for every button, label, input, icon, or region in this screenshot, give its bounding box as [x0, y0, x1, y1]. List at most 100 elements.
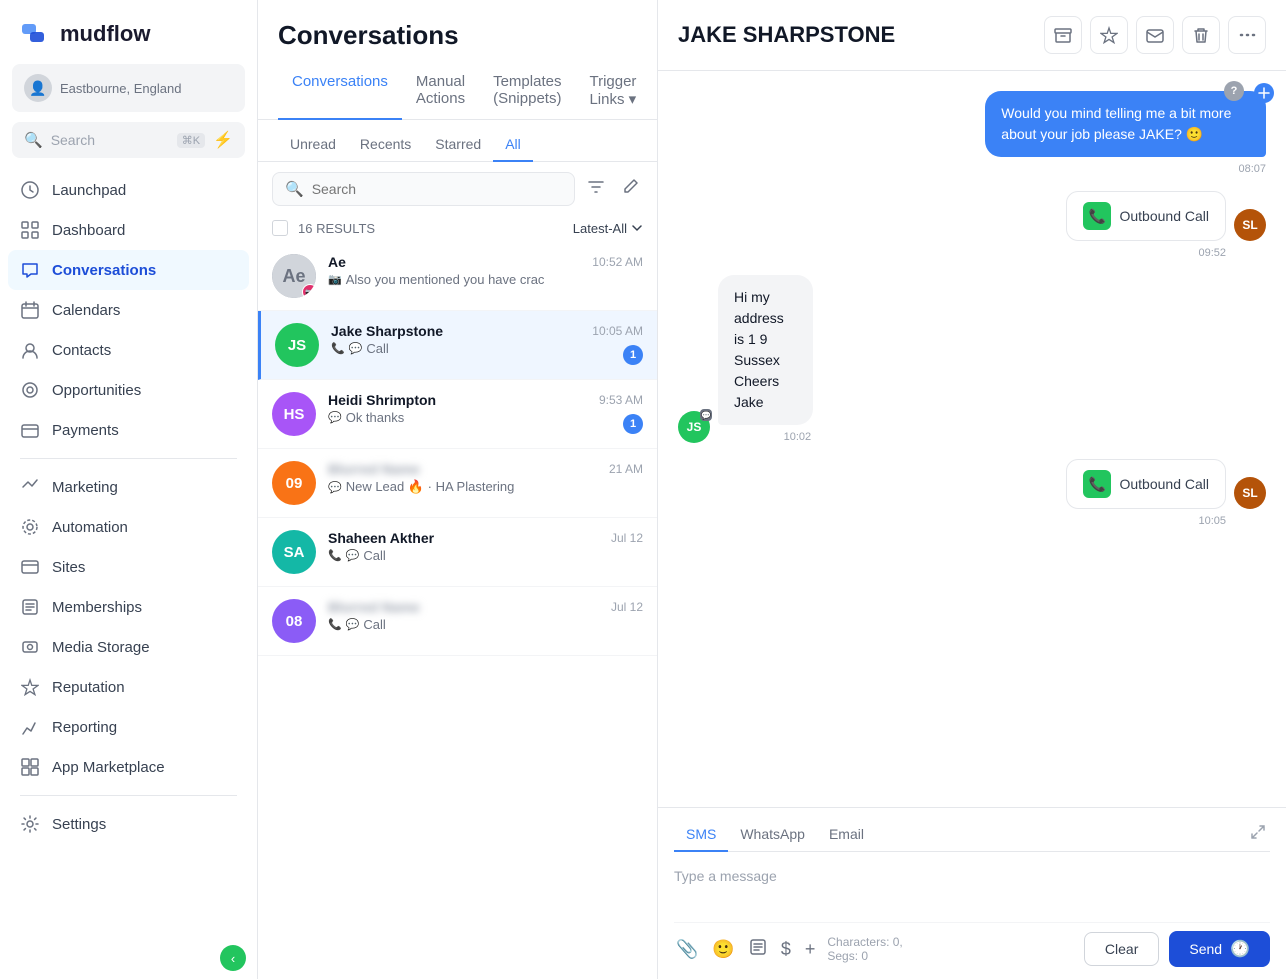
chat-composer: SMS WhatsApp Email Type a message 📎 🙂 $ …	[658, 807, 1286, 979]
emoji-button[interactable]: 🙂	[710, 937, 736, 962]
reputation-icon	[20, 677, 40, 697]
conv-preview-09: 💬 New Lead 🔥 · HA Plastering	[328, 479, 643, 495]
tab-conversations-active[interactable]: Conversations	[278, 65, 402, 120]
automation-icon	[20, 517, 40, 537]
send-button[interactable]: Send 🕐	[1169, 931, 1270, 967]
media-storage-icon	[20, 637, 40, 657]
attachment-button[interactable]: 📎	[674, 937, 700, 962]
composer-placeholder: Type a message	[674, 868, 777, 884]
sidebar-item-label-conversations: Conversations	[52, 262, 156, 279]
call-icon-2: 📞	[1083, 470, 1111, 498]
channel-icon-shaheen-sms: 💬	[346, 549, 360, 562]
message-time-2: 10:02	[718, 431, 877, 443]
composer-tabs: SMS WhatsApp Email	[674, 820, 1270, 852]
call-bubble-1: 📞 Outbound Call	[1066, 191, 1226, 241]
user-location[interactable]: 👤 Eastbourne, England	[12, 64, 245, 112]
channel-icon-jake-phone: 📞	[331, 342, 345, 355]
conv-name-08: Blurred Name	[328, 599, 420, 615]
sidebar-collapse-button[interactable]: ‹	[220, 945, 246, 971]
sort-selector[interactable]: Latest-All	[573, 221, 643, 236]
sidebar-item-media-storage[interactable]: Media Storage	[8, 627, 249, 667]
sidebar-item-marketing[interactable]: Marketing	[8, 467, 249, 507]
logo[interactable]: mudflow	[0, 0, 257, 64]
add-button[interactable]: +	[803, 937, 818, 962]
composer-tab-whatsapp[interactable]: WhatsApp	[728, 820, 817, 852]
conv-body-08: Blurred Name Jul 12 📞 💬 Call	[328, 599, 643, 632]
sidebar-item-dashboard[interactable]: Dashboard	[8, 210, 249, 250]
svg-text:📷: 📷	[305, 288, 315, 297]
opportunities-icon	[20, 380, 40, 400]
composer-tab-email[interactable]: Email	[817, 820, 876, 852]
calendars-icon	[20, 300, 40, 320]
message-bubble-2: Hi my address is 1 9SussexCheers Jake	[718, 275, 813, 425]
results-count: 16 RESULTS	[298, 221, 563, 236]
sidebar-item-calendars[interactable]: Calendars	[8, 290, 249, 330]
user-icon: 👤	[24, 74, 52, 102]
delete-button[interactable]	[1182, 16, 1220, 54]
conversations-search-input[interactable]	[312, 181, 562, 197]
nav-divider	[20, 458, 237, 459]
call-icon-1: 📞	[1083, 202, 1111, 230]
conversations-search-box[interactable]: 🔍	[272, 172, 575, 206]
filter-icon[interactable]	[583, 174, 609, 205]
star-button[interactable]	[1090, 16, 1128, 54]
conversation-item-08[interactable]: 08 Blurred Name Jul 12 📞 💬 Call	[258, 587, 657, 656]
composer-character-count: Characters: 0, Segs: 0	[827, 935, 1074, 963]
sidebar-item-settings[interactable]: Settings	[8, 804, 249, 844]
conversation-item-ae[interactable]: Ae 📷 Ae 10:52 AM 📷 Also you mentioned yo…	[258, 242, 657, 311]
payment-button[interactable]: $	[779, 937, 793, 962]
tab-trigger-links[interactable]: Trigger Links ▾	[575, 65, 650, 120]
global-search[interactable]: 🔍 Search ⌘K ⚡	[12, 122, 245, 158]
sidebar-item-opportunities[interactable]: Opportunities	[8, 370, 249, 410]
subtab-unread[interactable]: Unread	[278, 130, 348, 162]
sidebar-item-contacts[interactable]: Contacts	[8, 330, 249, 370]
channel-icon-09: 💬	[328, 481, 342, 494]
conversation-item-09[interactable]: 09 Blurred Name 21 AM 💬 New Lead 🔥 · HA …	[258, 449, 657, 518]
expand-composer-button[interactable]	[1246, 820, 1270, 851]
chat-contact-name: JAKE SHARPSTONE	[678, 22, 895, 48]
logo-icon	[20, 18, 52, 50]
sidebar-item-label-settings: Settings	[52, 816, 106, 833]
sidebar-item-automation[interactable]: Automation	[8, 507, 249, 547]
conversations-tabs: Conversations Conversations Manual Actio…	[258, 65, 657, 120]
conv-name-heidi: Heidi Shrimpton	[328, 392, 436, 408]
tab-manual-actions[interactable]: Manual Actions	[402, 65, 479, 120]
sidebar-item-conversations[interactable]: Conversations	[8, 250, 249, 290]
conv-badge-heidi: 1	[623, 414, 643, 434]
message-time-1: 08:07	[1238, 163, 1266, 175]
conversation-item-jake-sharpstone[interactable]: JS Jake Sharpstone 10:05 AM 📞 💬 Call 1	[258, 311, 657, 380]
sidebar-item-launchpad[interactable]: Launchpad	[8, 170, 249, 210]
sidebar-item-sites[interactable]: Sites	[8, 547, 249, 587]
subtab-starred[interactable]: Starred	[423, 130, 493, 162]
sidebar-nav: Launchpad Dashboard Conversations Calend…	[0, 170, 257, 937]
channel-icon-08-sms: 💬	[346, 618, 360, 631]
compose-icon[interactable]	[617, 174, 643, 205]
conv-badge-jake: 1	[623, 345, 643, 365]
archive-button[interactable]	[1044, 16, 1082, 54]
template-button[interactable]	[747, 936, 769, 963]
sidebar-item-reputation[interactable]: Reputation	[8, 667, 249, 707]
conversations-icon	[20, 260, 40, 280]
subtab-recents[interactable]: Recents	[348, 130, 423, 162]
message-user-avatar: ?	[1224, 81, 1244, 101]
sidebar-item-reporting[interactable]: Reporting	[8, 707, 249, 747]
clear-button[interactable]: Clear	[1084, 932, 1159, 966]
channel-icon-jake-sms: 💬	[349, 342, 363, 355]
sidebar-item-memberships[interactable]: Memberships	[8, 587, 249, 627]
dashboard-icon	[20, 220, 40, 240]
email-button[interactable]	[1136, 16, 1174, 54]
tab-templates[interactable]: Templates (Snippets)	[479, 65, 575, 120]
user-location-text: Eastbourne, England	[60, 81, 181, 96]
sidebar-item-app-marketplace[interactable]: App Marketplace	[8, 747, 249, 787]
conv-body-ae: Ae 10:52 AM 📷 Also you mentioned you hav…	[328, 254, 643, 287]
conv-time-ae: 10:52 AM	[592, 255, 643, 269]
message-composer-area[interactable]: Type a message	[674, 862, 1270, 922]
sidebar-item-label-launchpad: Launchpad	[52, 182, 126, 199]
subtab-all[interactable]: All	[493, 130, 533, 162]
select-all-checkbox[interactable]	[272, 220, 288, 236]
conversation-item-shaheen[interactable]: SA Shaheen Akther Jul 12 📞 💬 Call	[258, 518, 657, 587]
conversation-item-heidi[interactable]: HS Heidi Shrimpton 9:53 AM 💬 Ok thanks 1	[258, 380, 657, 449]
sidebar-item-payments[interactable]: Payments	[8, 410, 249, 450]
more-options-button[interactable]	[1228, 16, 1266, 54]
composer-tab-sms[interactable]: SMS	[674, 820, 728, 852]
